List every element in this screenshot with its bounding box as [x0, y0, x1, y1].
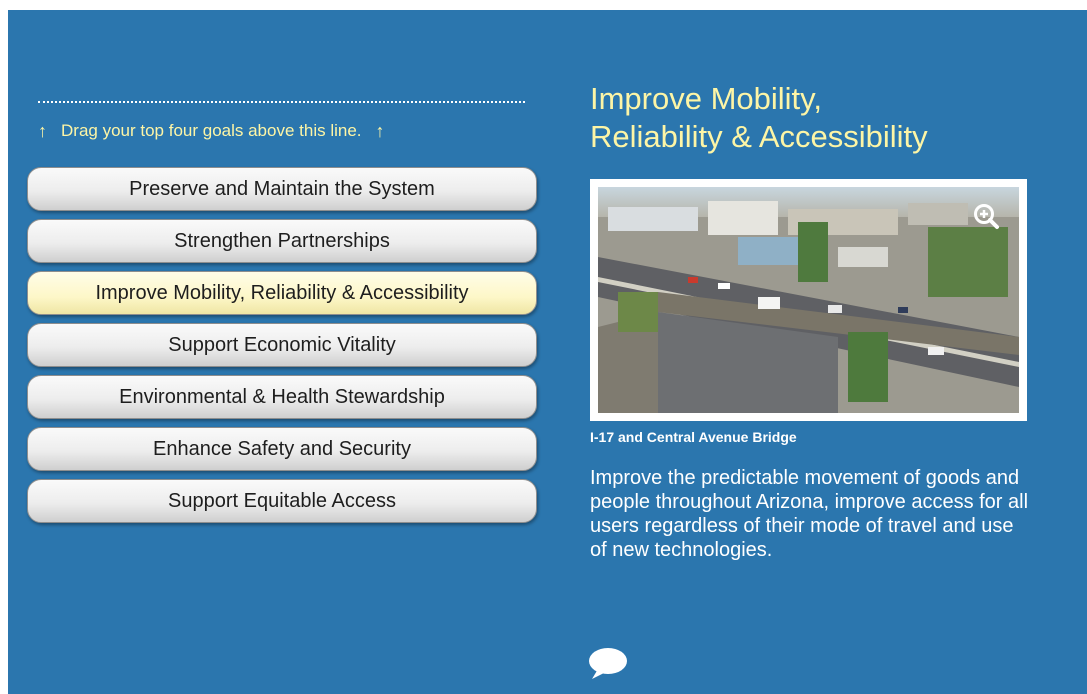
bridge-photo: [598, 187, 1019, 413]
goal-item-strengthen-partnerships[interactable]: Strengthen Partnerships: [27, 219, 537, 263]
goal-item-economic-vitality[interactable]: Support Economic Vitality: [27, 323, 537, 367]
goal-item-equitable-access[interactable]: Support Equitable Access: [27, 479, 537, 523]
speech-bubble-icon[interactable]: [588, 646, 628, 680]
goal-list: Preserve and Maintain the System Strengt…: [27, 167, 537, 531]
zoom-in-icon[interactable]: [971, 201, 1001, 231]
title-line-1: Improve Mobility,: [590, 81, 822, 116]
goal-item-environmental-stewardship[interactable]: Environmental & Health Stewardship: [27, 375, 537, 419]
goal-item-safety-security[interactable]: Enhance Safety and Security: [27, 427, 537, 471]
image-caption: I-17 and Central Avenue Bridge: [590, 429, 797, 445]
goal-photo-frame: [590, 179, 1027, 421]
goal-detail-title: Improve Mobility, Reliability & Accessib…: [590, 80, 1060, 156]
up-arrow-icon: ↑: [375, 121, 385, 141]
title-line-2: Reliability & Accessibility: [590, 119, 928, 154]
top-four-divider: [38, 101, 525, 103]
zoom-in-icon-svg: [974, 204, 999, 229]
goal-item-improve-mobility[interactable]: Improve Mobility, Reliability & Accessib…: [27, 271, 537, 315]
bridge-photo-image: [598, 187, 1019, 413]
speech-bubble-icon-svg: [589, 648, 627, 679]
drag-instruction: ↑ Drag your top four goals above this li…: [38, 118, 528, 144]
goal-description: Improve the predictable movement of good…: [590, 467, 1029, 561]
goal-item-preserve-maintain[interactable]: Preserve and Maintain the System: [27, 167, 537, 211]
up-arrow-icon: ↑: [38, 121, 47, 141]
drag-instruction-text: Drag your top four goals above this line…: [61, 121, 362, 140]
